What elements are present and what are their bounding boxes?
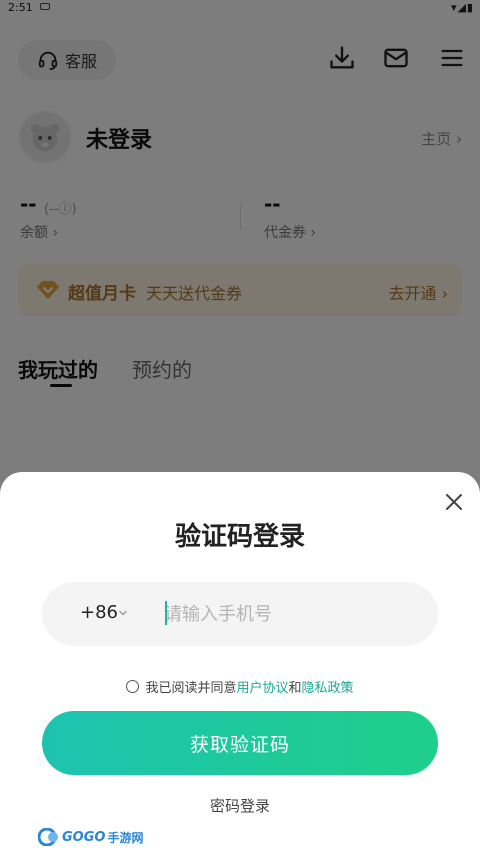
text-caret <box>165 601 167 625</box>
login-title: 验证码登录 <box>174 522 305 552</box>
watermark-text-cn: 手游网 <box>107 830 144 845</box>
user-agreement-link[interactable]: 用户协议 <box>236 681 288 696</box>
agreement-prefix: 我已阅读并同意 <box>145 681 237 696</box>
privacy-policy-link[interactable]: 隐私政策 <box>302 681 354 696</box>
country-code-selector[interactable]: +86 <box>80 602 118 623</box>
watermark-logo: GOGO 手游网 <box>38 828 143 846</box>
agreement-row: 我已阅读并同意用户协议和隐私政策 <box>0 677 480 696</box>
watermark-icon <box>38 828 58 846</box>
login-sheet: 验证码登录 +86 我已阅读并同意用户协议和隐私政策 获取验证码 密码登录 GO… <box>0 472 480 858</box>
agreement-and: 和 <box>288 681 302 696</box>
chevron-down-icon[interactable] <box>118 608 128 618</box>
close-icon <box>446 494 462 510</box>
phone-input-group: +86 <box>42 582 438 646</box>
agree-checkbox[interactable] <box>126 680 140 693</box>
watermark-text-en: GOGO <box>62 829 106 845</box>
get-verification-code-button[interactable]: 获取验证码 <box>42 711 438 775</box>
phone-number-input[interactable] <box>164 598 414 630</box>
close-button[interactable] <box>442 490 466 514</box>
password-login-link[interactable]: 密码登录 <box>0 795 480 816</box>
